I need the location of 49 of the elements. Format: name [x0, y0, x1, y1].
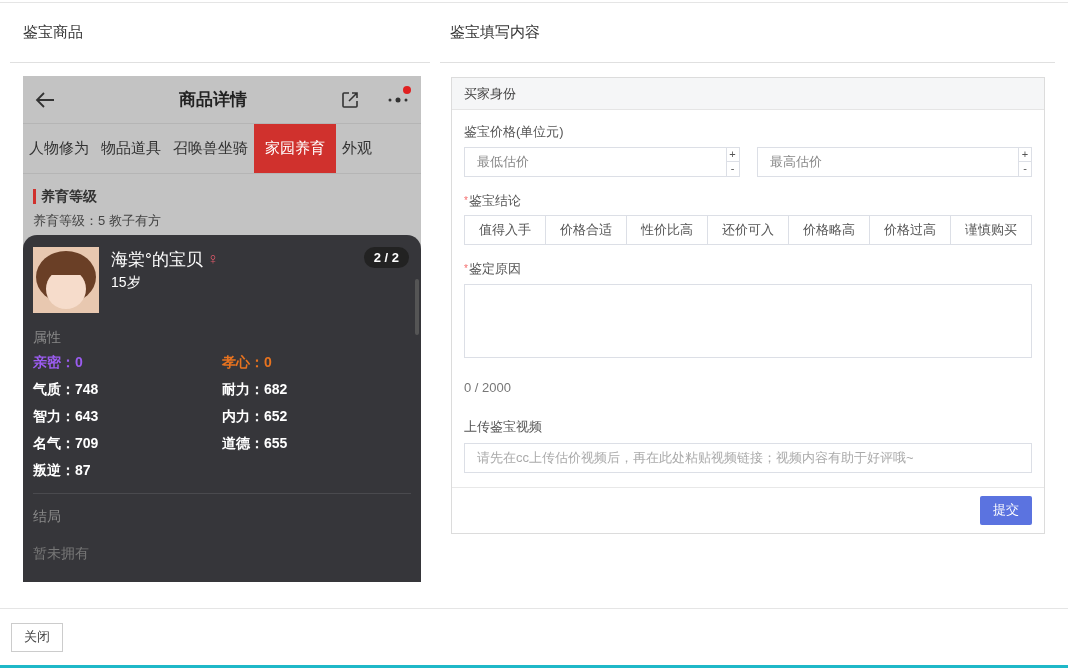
- attribute-stat: 亲密：0: [33, 352, 84, 372]
- increment-button[interactable]: +: [1019, 147, 1031, 162]
- attribute-stat: 孝心：0: [222, 352, 273, 372]
- field-label: 鉴宝价格(单位元): [464, 123, 565, 141]
- section-text: 养育等级：5 教子有方: [33, 212, 162, 230]
- avatar: [33, 246, 99, 313]
- character-counter: 0 / 2000: [464, 378, 512, 397]
- card-header-title: 买家身份: [464, 84, 516, 103]
- category-tab[interactable]: 家园养育: [254, 124, 336, 173]
- required-mark: *: [464, 262, 468, 277]
- attribute-stat: 耐力：682: [222, 379, 289, 399]
- close-button[interactable]: 关闭: [11, 622, 63, 652]
- field-label: 上传鉴宝视频: [464, 418, 543, 436]
- number-field[interactable]: 最低估价 + -: [464, 146, 740, 177]
- attribute-stat: 道德：655: [222, 433, 289, 453]
- submit-button[interactable]: 提交: [980, 495, 1032, 525]
- category-tab[interactable]: 召唤兽坐骑: [167, 124, 254, 173]
- section-title: 养育等级: [41, 187, 97, 206]
- gender-icon: ♀: [206, 247, 219, 272]
- number-field[interactable]: 最高估价 + -: [756, 146, 1032, 177]
- increment-button[interactable]: +: [726, 147, 739, 162]
- attribute-stat: 名气：709: [33, 433, 100, 453]
- video-link-field[interactable]: 请先在cc上传估价视频后，再在此处粘贴视频链接；视频内容有助于好评哦~: [464, 442, 1032, 473]
- attribute-stat: 智力：643: [33, 406, 100, 426]
- field-label: 鉴宝结论: [468, 191, 521, 210]
- attribute-stat: 气质：748: [33, 379, 100, 399]
- panel-title: 鉴宝填写内容: [450, 22, 540, 43]
- child-name: 海棠°的宝贝: [111, 248, 203, 271]
- back-arrow-icon[interactable]: [35, 90, 55, 109]
- attributes-title: 属性: [33, 327, 62, 347]
- panel-title: 鉴宝商品: [23, 22, 83, 43]
- child-age: 15岁: [111, 273, 142, 292]
- number-input[interactable]: 最高估价: [757, 147, 1018, 176]
- required-mark: *: [464, 193, 468, 208]
- ending-title: 结局: [33, 506, 62, 526]
- ending-text: 暂未拥有: [33, 543, 90, 563]
- decrement-button[interactable]: -: [1019, 162, 1031, 176]
- pager-badge: 2 / 2: [363, 246, 409, 268]
- page-title: 商品详情: [178, 88, 248, 111]
- decrement-button[interactable]: -: [726, 162, 739, 176]
- share-icon[interactable]: [341, 90, 359, 109]
- category-tab[interactable]: 人物修为: [23, 124, 95, 173]
- category-tab[interactable]: 外观: [336, 124, 378, 173]
- attribute-stat: 内力：652: [222, 406, 289, 426]
- attribute-stat: 叛逆：87: [33, 460, 92, 480]
- category-tab[interactable]: 物品道具: [95, 124, 167, 173]
- number-input[interactable]: 最低估价: [465, 147, 726, 176]
- field-label: 鉴定原因: [468, 260, 521, 278]
- more-icon[interactable]: [387, 95, 409, 104]
